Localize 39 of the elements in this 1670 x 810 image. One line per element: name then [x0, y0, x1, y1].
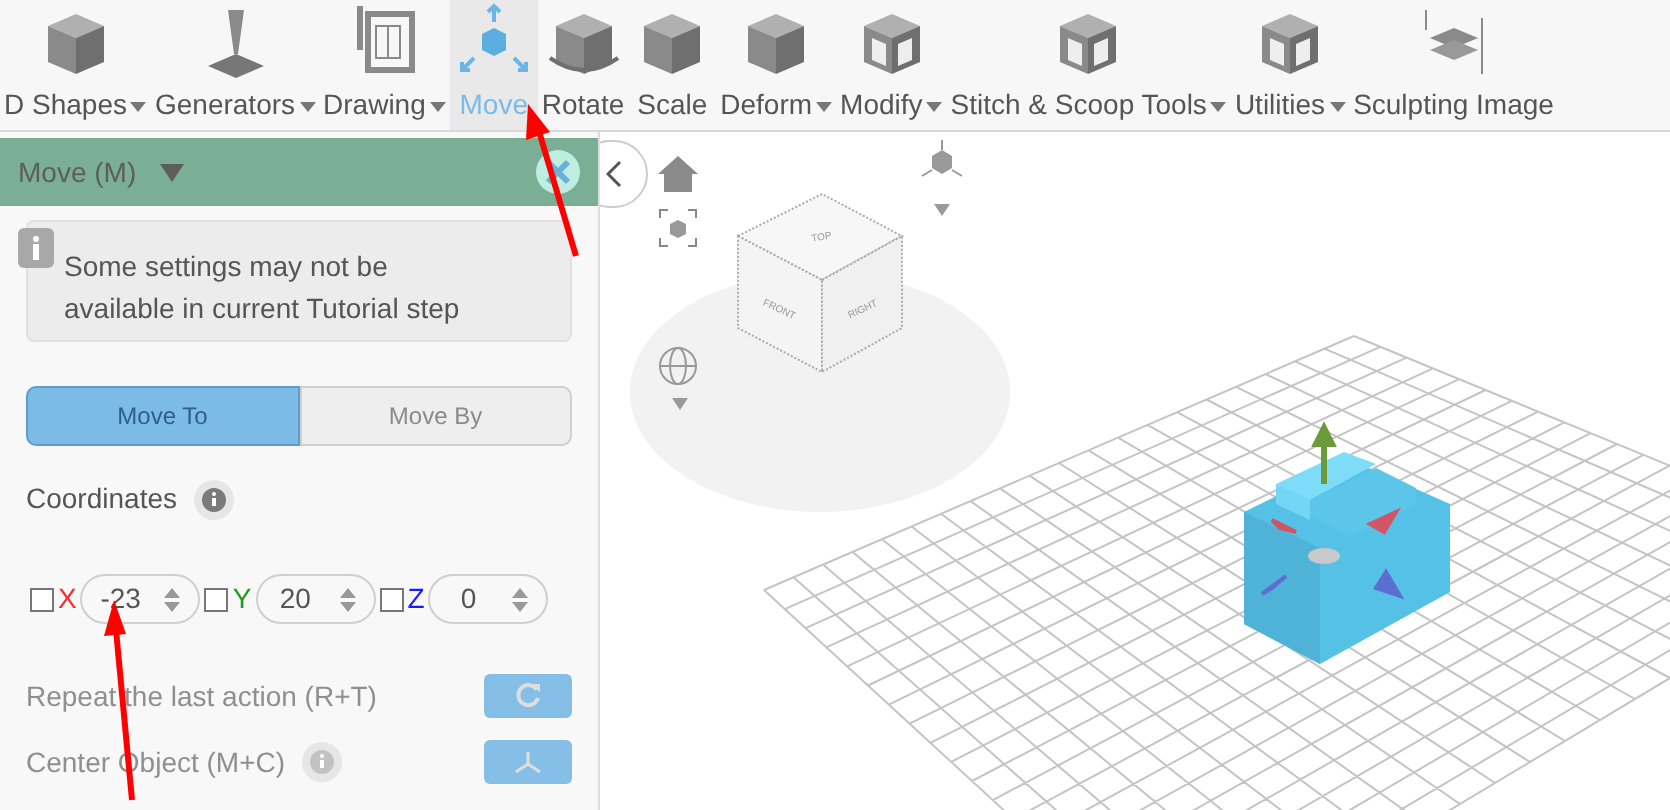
toolbar-tool[interactable]: Rotate — [537, 0, 629, 130]
globe-icon[interactable] — [658, 346, 698, 386]
panel-menu-caret-icon[interactable] — [160, 163, 185, 181]
repeat-button[interactable] — [484, 674, 572, 718]
fit-view-icon[interactable] — [658, 208, 698, 248]
spinner-arrows-icon[interactable] — [337, 585, 358, 613]
toolbar-tool[interactable]: Scale — [628, 0, 717, 130]
axis-label: Y — [232, 580, 252, 618]
toolbar-tool[interactable]: Generators — [150, 0, 320, 130]
center-object-button[interactable] — [484, 740, 572, 784]
coordinates-label: Coordinates — [26, 480, 177, 518]
spinner-arrows-icon[interactable] — [510, 585, 531, 613]
axis-checkbox[interactable] — [30, 587, 54, 611]
refresh-icon — [514, 682, 542, 710]
info-icon[interactable] — [193, 479, 233, 519]
home-icon[interactable] — [658, 156, 698, 192]
toolbar-tool[interactable]: D Shapes — [0, 0, 151, 130]
coordinate-spin-field[interactable]: 20 — [255, 574, 376, 624]
panel-title: Move (M) — [18, 153, 137, 192]
axes-icon — [512, 750, 544, 774]
toolbar-tool[interactable]: Drawing — [319, 0, 450, 130]
axis-label: Z — [407, 580, 425, 618]
axis-label: X — [58, 580, 77, 618]
coordinate-spin-field[interactable]: 0 — [428, 574, 549, 624]
toolbar-tool[interactable]: Deform — [716, 0, 837, 130]
spinner-arrows-icon[interactable] — [162, 585, 183, 613]
close-icon[interactable] — [536, 150, 580, 194]
info-icon[interactable] — [301, 742, 342, 782]
dropdown-caret-icon[interactable] — [672, 398, 688, 410]
axis-checkbox[interactable] — [379, 587, 404, 611]
chevron-left-icon — [606, 160, 622, 188]
toolbar-tool[interactable]: Stitch & Scoop Tools — [946, 0, 1231, 130]
toolbar-tool[interactable]: Utilities — [1230, 0, 1350, 130]
dropdown-caret-icon[interactable] — [934, 204, 950, 216]
toolbar-tool[interactable]: Sculpting Image — [1349, 0, 1558, 130]
toolbar-tool[interactable]: Modify — [836, 0, 947, 130]
info-icon — [18, 228, 54, 268]
axis-checkbox[interactable] — [204, 587, 229, 611]
notice-text: Some settings may not be available in current Tutorial step — [64, 248, 462, 328]
